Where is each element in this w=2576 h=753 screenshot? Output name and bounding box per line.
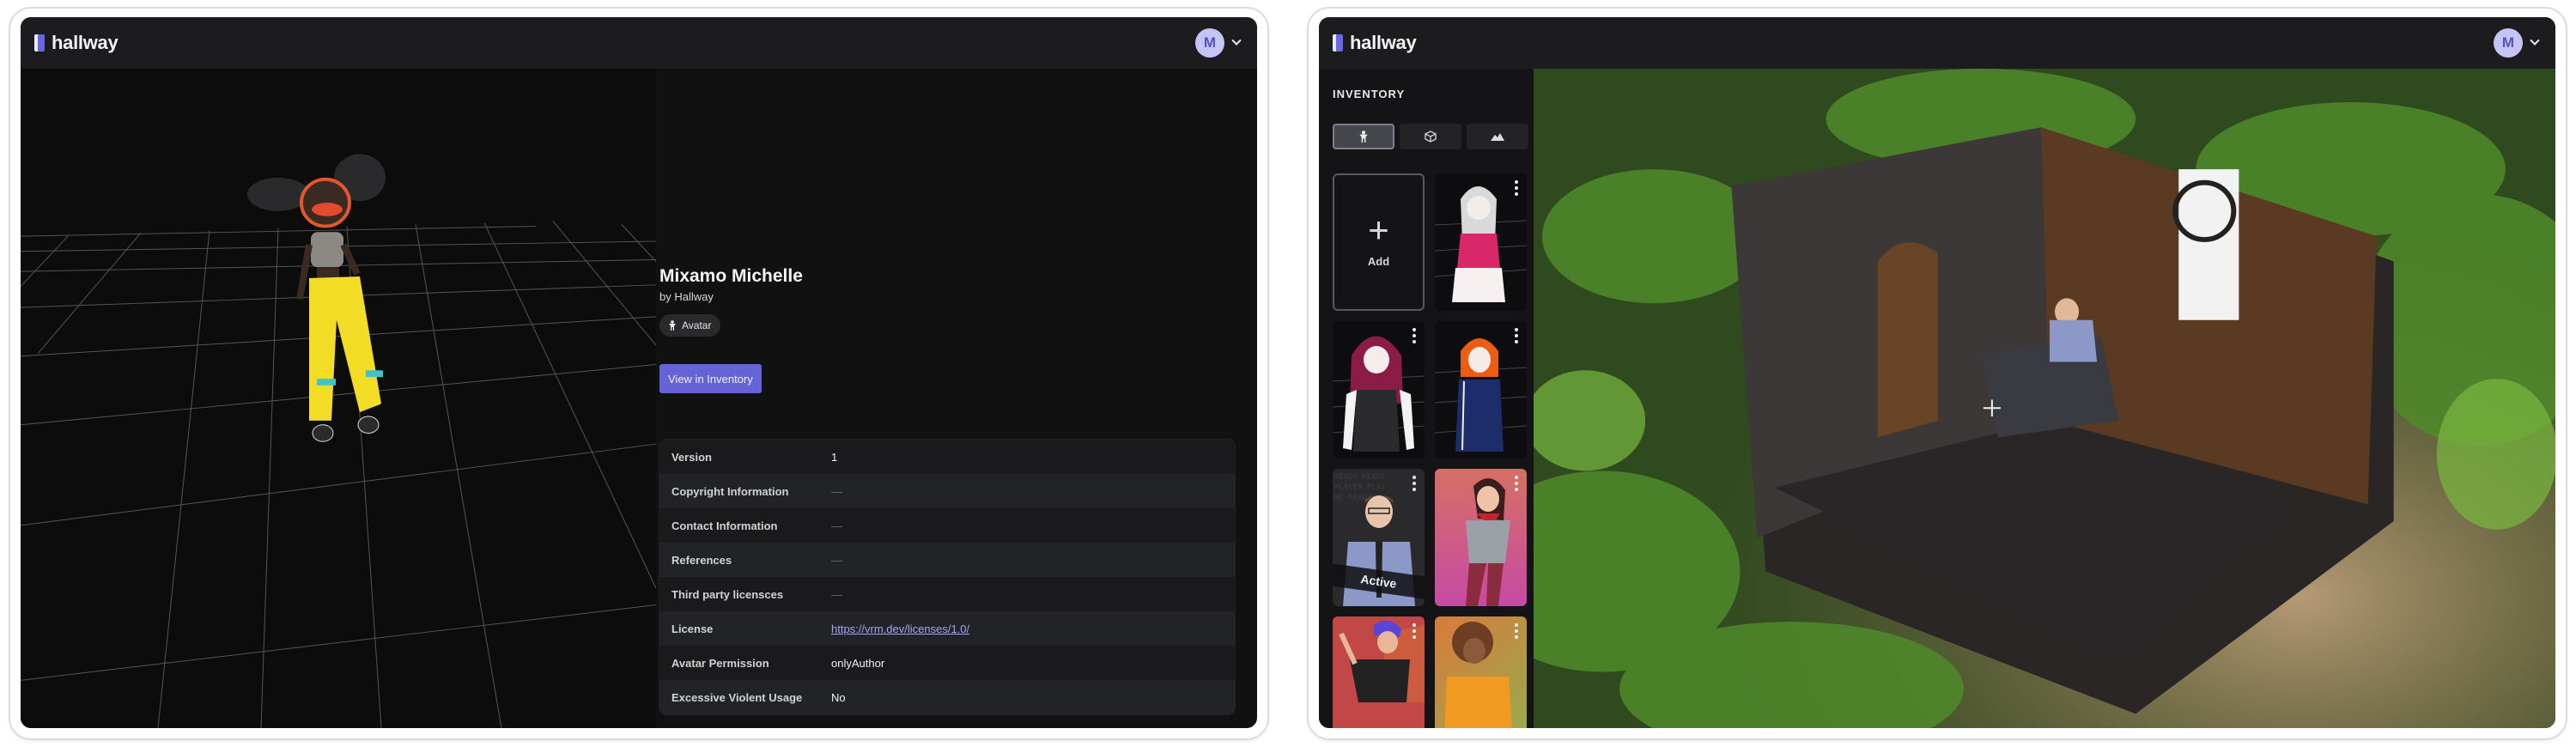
logo[interactable]: hallway (34, 32, 118, 54)
user-avatar[interactable]: M (1195, 28, 1224, 58)
inventory-card-active[interactable]: READY READY PLAYER PLAY ME READY Active (1333, 469, 1425, 606)
avatar-thumbnail (1435, 338, 1527, 452)
add-label: Add (1367, 254, 1390, 268)
more-options-icon[interactable] (1413, 476, 1416, 491)
hallway-logo-icon (34, 34, 45, 52)
app-window: hallway M Mixamo Michelle by Hallway Ava… (21, 17, 1257, 728)
metadata-row: Copyright Information — (659, 474, 1235, 508)
inventory-card[interactable] (1333, 321, 1425, 458)
avatar-thumbnail (1333, 616, 1425, 728)
metadata-key: Version (671, 450, 712, 464)
metadata-key: Third party licensces (671, 587, 784, 601)
tab-objects[interactable] (1400, 124, 1461, 149)
metadata-row: Excessive Violent Usage No (659, 680, 1235, 714)
inventory-sidebar: INVENTORY + Add READY READY PLAYER PLAY … (1319, 69, 1534, 728)
inventory-title: INVENTORY (1333, 88, 1406, 100)
inventory-card[interactable] (1435, 173, 1527, 311)
top-bar: hallway M (1319, 17, 2555, 69)
more-options-icon[interactable] (1413, 328, 1416, 343)
metadata-key: Excessive Violent Usage (671, 690, 803, 704)
brand-name: hallway (1350, 32, 1417, 53)
svg-text:READY READY: READY READY (1334, 473, 1386, 482)
inventory-card[interactable] (1435, 616, 1527, 728)
tab-avatars[interactable] (1333, 124, 1394, 149)
more-options-icon[interactable] (1515, 623, 1518, 639)
metadata-value: — (831, 484, 842, 498)
plus-icon: + (1368, 209, 1389, 250)
hallway-logo-icon (1333, 34, 1343, 52)
avatar-thumbnail (1444, 622, 1512, 728)
metadata-value: — (831, 553, 842, 567)
right-screenshot-frame: hallway M INVENTORY + Add READY READY PL… (1307, 7, 2567, 740)
metadata-key: License (671, 622, 714, 635)
inventory-grid: + Add READY READY PLAYER PLAY ME READY A… (1333, 173, 1527, 728)
chevron-down-icon[interactable] (2530, 35, 2540, 46)
metadata-row: Version 1 (659, 440, 1235, 474)
avatar-figure (247, 154, 386, 442)
avatar-thumbnail (1333, 336, 1425, 452)
metadata-key: References (671, 553, 732, 567)
more-options-icon[interactable] (1515, 328, 1518, 343)
asset-type-label: Avatar (682, 319, 712, 331)
avatar-3d-viewer[interactable] (21, 69, 656, 728)
brand-name: hallway (52, 32, 118, 53)
view-in-inventory-button[interactable]: View in Inventory (659, 364, 762, 393)
person-icon (669, 320, 676, 331)
svg-text:PLAYER PLAY: PLAYER PLAY (1334, 483, 1386, 492)
metadata-table: Version 1 Copyright Information — Contact In… (659, 440, 1235, 714)
tab-environments[interactable] (1467, 124, 1528, 149)
app-window: hallway M INVENTORY + Add READY READY PL… (1319, 17, 2555, 728)
user-avatar[interactable]: M (2494, 28, 2523, 58)
inventory-filter-tabs (1333, 124, 1528, 149)
metadata-row: Avatar Permission onlyAuthor (659, 646, 1235, 680)
left-screenshot-frame: hallway M Mixamo Michelle by Hallway Ava… (9, 7, 1269, 740)
metadata-value: onlyAuthor (831, 656, 885, 670)
inventory-card[interactable] (1435, 469, 1527, 606)
more-options-icon[interactable] (1413, 623, 1416, 639)
mountain-icon (1491, 133, 1504, 141)
metadata-value: No (831, 690, 846, 704)
metadata-key: Copyright Information (671, 484, 789, 498)
metadata-row: References — (659, 543, 1235, 577)
metadata-value: — (831, 519, 842, 532)
user-menu[interactable]: M (2494, 28, 2540, 58)
metadata-value: https://vrm.dev/licenses/1.0/ (831, 622, 969, 635)
asset-title: Mixamo Michelle (659, 266, 803, 286)
metadata-value: 1 (831, 450, 838, 464)
asset-author: by Hallway (659, 290, 714, 303)
more-options-icon[interactable] (1515, 476, 1518, 491)
asset-type-chip: Avatar (659, 314, 721, 337)
avatar-thumbnail (1466, 478, 1510, 606)
logo[interactable]: hallway (1333, 32, 1417, 54)
inventory-card[interactable] (1333, 616, 1425, 728)
top-bar: hallway M (21, 17, 1257, 69)
avatar-thumbnail (1435, 186, 1527, 302)
user-menu[interactable]: M (1195, 28, 1242, 58)
more-options-icon[interactable] (1515, 180, 1518, 196)
chevron-down-icon[interactable] (1231, 35, 1242, 46)
metadata-row: Contact Information — (659, 508, 1235, 543)
asset-detail-panel: Mixamo Michelle by Hallway Avatar View i… (659, 69, 1257, 728)
scene-render (1534, 69, 2555, 728)
metadata-key: Contact Information (671, 519, 778, 532)
metadata-key: Avatar Permission (671, 656, 769, 670)
cube-icon (1425, 131, 1437, 143)
inventory-card[interactable] (1435, 321, 1527, 458)
add-item-button[interactable]: + Add (1333, 173, 1425, 311)
metadata-row: License https://vrm.dev/licenses/1.0/ (659, 611, 1235, 646)
license-link[interactable]: https://vrm.dev/licenses/1.0/ (831, 622, 969, 635)
person-icon (1359, 131, 1368, 143)
environment-3d-scene[interactable] (1534, 69, 2555, 728)
metadata-value: — (831, 587, 842, 601)
metadata-row: Third party licensces — (659, 577, 1235, 611)
